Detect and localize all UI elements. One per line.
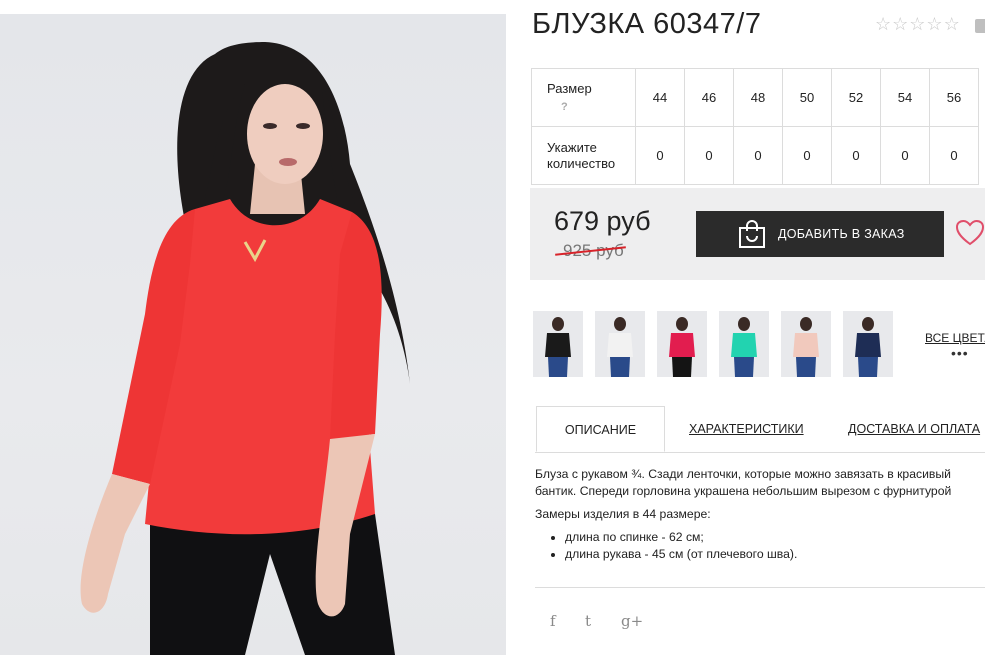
size-value: 56 <box>929 68 979 127</box>
facebook-icon[interactable]: f <box>550 612 556 630</box>
shopping-bag-icon <box>738 219 766 249</box>
quantity-input[interactable]: 0 <box>684 126 734 185</box>
quantity-input[interactable]: 0 <box>880 126 930 185</box>
description-text: Блуза с рукавом ¾. Сзади ленточки, котор… <box>535 466 985 500</box>
size-value: 44 <box>635 68 685 127</box>
color-thumb[interactable] <box>595 311 645 377</box>
quantity-input[interactable]: 0 <box>635 126 685 185</box>
tab-characteristics[interactable]: ХАРАКТЕРИСТИКИ <box>689 406 804 452</box>
star-outline-icon[interactable]: ☆ <box>944 14 960 34</box>
tab-delivery-payment[interactable]: ДОСТАВКА И ОПЛАТА <box>848 406 980 452</box>
color-thumb[interactable] <box>843 311 893 377</box>
tab-description[interactable]: ОПИСАНИЕ <box>536 406 665 452</box>
color-thumb[interactable] <box>533 311 583 377</box>
size-value: 50 <box>782 68 832 127</box>
size-value: 48 <box>733 68 783 127</box>
color-thumb[interactable] <box>781 311 831 377</box>
add-to-order-label: ДОБАВИТЬ В ЗАКАЗ <box>778 227 905 241</box>
size-value: 52 <box>831 68 881 127</box>
product-title: БЛУЗКА 60347/7 <box>532 8 762 40</box>
size-label-cell: Размер ? <box>531 68 636 127</box>
size-quantity-table: Размер ? 44 46 48 50 52 54 56 Укажите ко… <box>531 68 979 185</box>
measurement-item: длина рукава - 45 см (от плечевого шва). <box>565 546 985 563</box>
description-line: Блуза с рукавом ¾. Сзади ленточки, котор… <box>535 467 951 481</box>
description-panel: Блуза с рукавом ¾. Сзади ленточки, котор… <box>535 466 985 563</box>
price-box: 679 руб 925 руб ДОБАВИТЬ В ЗАКАЗ <box>530 188 985 280</box>
size-label: Размер <box>547 80 592 96</box>
quantity-label-cell: Укажите количество <box>531 126 636 185</box>
measurement-item: длина по спинке - 62 см; <box>565 529 985 546</box>
old-price: 925 руб <box>563 241 624 260</box>
product-tabs: ОПИСАНИЕ ХАРАКТЕРИСТИКИ ДОСТАВКА И ОПЛАТ… <box>535 406 985 453</box>
quantity-label-line2: количество <box>547 155 616 171</box>
description-line: бантик. Спереди горловина украшена небол… <box>535 484 952 498</box>
star-outline-icon[interactable]: ☆ <box>926 14 942 34</box>
swatch-shape <box>607 333 633 357</box>
comment-icon[interactable] <box>975 19 985 33</box>
color-thumb[interactable] <box>719 311 769 377</box>
current-price: 679 руб <box>554 206 651 236</box>
swatch-shape <box>855 333 881 357</box>
more-colors-icon[interactable]: ••• <box>951 345 969 361</box>
quantity-input[interactable]: 0 <box>929 126 979 185</box>
rating-stars[interactable]: ☆☆☆☆☆ <box>875 14 961 35</box>
model-illustration <box>80 42 410 655</box>
swatch-shape <box>731 333 757 357</box>
google-plus-icon[interactable]: g+ <box>621 612 643 630</box>
star-outline-icon[interactable]: ☆ <box>909 14 925 34</box>
swatch-shape <box>669 333 695 357</box>
star-outline-icon[interactable]: ☆ <box>875 14 891 34</box>
heart-icon[interactable] <box>955 219 985 252</box>
size-value: 46 <box>684 68 734 127</box>
star-outline-icon[interactable]: ☆ <box>892 14 908 34</box>
quantity-input[interactable]: 0 <box>733 126 783 185</box>
quantity-label-line1: Укажите <box>547 139 597 155</box>
color-thumb[interactable] <box>657 311 707 377</box>
product-photo[interactable] <box>0 14 506 655</box>
twitter-icon[interactable]: t <box>585 612 591 630</box>
all-colors-link[interactable]: ВСЕ ЦВЕТА <box>925 331 985 345</box>
measurements-title: Замеры изделия в 44 размере: <box>535 507 711 521</box>
swatch-shape <box>545 333 571 357</box>
size-value: 54 <box>880 68 930 127</box>
size-help-icon[interactable]: ? <box>547 99 634 115</box>
add-to-order-button[interactable]: ДОБАВИТЬ В ЗАКАЗ <box>696 211 944 257</box>
size-row: Размер ? 44 46 48 50 52 54 56 <box>531 68 979 127</box>
quantity-row: Укажите количество 0 0 0 0 0 0 0 <box>531 126 979 185</box>
quantity-input[interactable]: 0 <box>782 126 832 185</box>
quantity-input[interactable]: 0 <box>831 126 881 185</box>
divider <box>535 587 985 588</box>
measurements-list: длина по спинке - 62 см; длина рукава - … <box>535 529 985 563</box>
swatch-shape <box>793 333 819 357</box>
